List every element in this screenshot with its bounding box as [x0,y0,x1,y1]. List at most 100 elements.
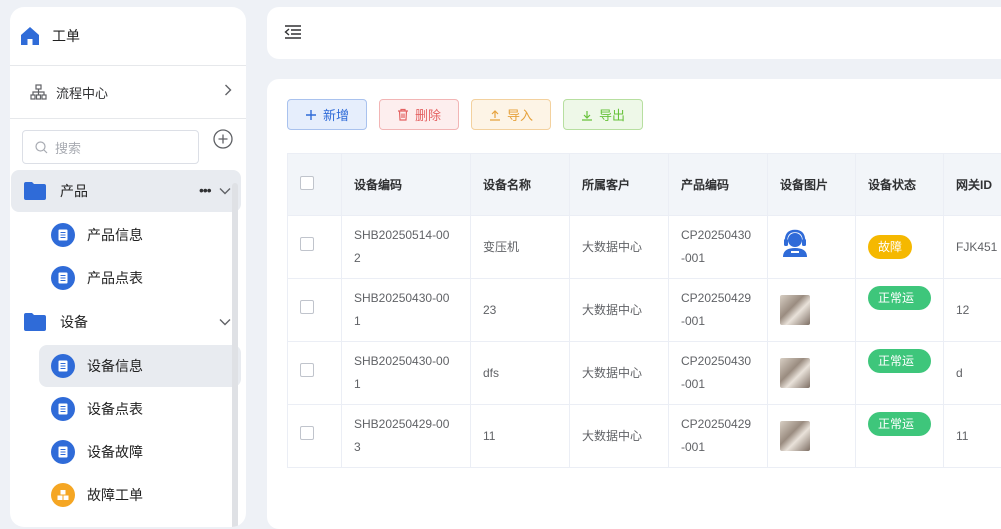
device-image-cell[interactable] [768,216,856,279]
add-button[interactable]: 新增 [287,99,367,130]
top-bar [267,7,1001,59]
gateway-cell: d [944,342,1001,405]
product-code-cell: CP20250430-001 [669,216,768,279]
photo-thumbnail[interactable] [780,421,810,451]
photo-thumbnail[interactable] [780,295,810,325]
status-badge: 正常运行 [868,412,931,436]
document-icon [51,266,75,290]
row-checkbox[interactable] [300,237,314,251]
sidebar-item-device-points[interactable]: 设备点表 [39,388,241,430]
table-row[interactable]: SHB20250430-001 dfs 大数据中心 CP20250430-001… [288,342,1001,405]
sidebar-flow-label: 流程中心 [56,83,108,102]
document-icon [51,440,75,464]
sidebar-item-label: 设备故障 [87,442,143,462]
main-panel: 新增 删除 导入 导出 设备编码 设备名称 所属客户 产品编码 设备图片 设备状… [267,79,1001,529]
device-image-cell[interactable] [768,279,856,342]
photo-thumbnail[interactable] [780,358,810,388]
select-all-checkbox[interactable] [300,176,314,190]
menu-fold-icon[interactable] [284,25,302,39]
column-header: 产品编码 [669,154,768,216]
sidebar: 工单 流程中心 搜索 产品 ••• 产品信息 产品点表 设备 设备信息 [10,7,246,527]
delete-button[interactable]: 删除 [379,99,459,130]
device-code-cell: SHB20250430-001 [342,279,471,342]
sidebar-group-devices[interactable]: 设备 [11,301,241,343]
delete-button-label: 删除 [415,105,441,124]
sidebar-item-product-info[interactable]: 产品信息 [39,214,241,256]
sidebar-item-label: 设备信息 [87,356,143,376]
product-code-cell: CP20250429-001 [669,279,768,342]
table-row[interactable]: SHB20250514-002 变压机 大数据中心 CP20250430-001… [288,216,1001,279]
device-name-cell: dfs [471,342,570,405]
column-header: 设备编码 [342,154,471,216]
status-cell: 正常运行 [856,342,944,405]
blocks-icon [51,483,75,507]
customer-cell: 大数据中心 [570,342,669,405]
org-chart-icon [30,84,47,100]
table-row[interactable]: SHB20250429-003 11 大数据中心 CP20250429-001 … [288,405,1001,468]
sidebar-item-product-points[interactable]: 产品点表 [39,257,241,299]
plus-icon [305,109,317,121]
table-row[interactable]: SHB20250430-001 23 大数据中心 CP20250429-001 … [288,279,1001,342]
sidebar-group-label: 产品 [60,181,88,201]
device-code-cell: SHB20250429-003 [342,405,471,468]
gateway-cell: 12 [944,279,1001,342]
column-header: 所属客户 [570,154,669,216]
search-icon [35,141,48,154]
row-checkbox[interactable] [300,426,314,440]
column-header: 设备名称 [471,154,570,216]
search-placeholder: 搜索 [55,138,81,157]
customer-cell: 大数据中心 [570,279,669,342]
sidebar-item-device-info[interactable]: 设备信息 [39,345,241,387]
sidebar-item-fault-orders[interactable]: 故障工单 [39,474,241,516]
device-name-cell: 11 [471,405,570,468]
sidebar-item-flow-center[interactable]: 流程中心 [10,66,246,119]
sidebar-home-item[interactable]: 工单 [10,7,246,66]
search-input[interactable]: 搜索 [22,130,199,164]
sidebar-scrollbar[interactable] [232,183,238,527]
sidebar-item-label: 设备点表 [87,399,143,419]
device-image-cell[interactable] [768,342,856,405]
select-all-cell[interactable] [288,154,342,216]
row-checkbox[interactable] [300,363,314,377]
gateway-cell: 11 [944,405,1001,468]
status-cell: 故障 [856,216,944,279]
sidebar-item-label: 产品点表 [87,268,143,288]
row-checkbox[interactable] [300,300,314,314]
status-badge: 正常运行 [868,349,931,373]
document-icon [51,397,75,421]
status-cell: 正常运行 [856,279,944,342]
product-code-cell: CP20250429-001 [669,405,768,468]
sidebar-group-label: 设备 [60,312,88,332]
import-button[interactable]: 导入 [471,99,551,130]
status-badge: 正常运行 [868,286,931,310]
device-name-cell: 23 [471,279,570,342]
export-button[interactable]: 导出 [563,99,643,130]
table-header-row: 设备编码 设备名称 所属客户 产品编码 设备图片 设备状态 网关ID [288,154,1001,216]
chevron-right-icon [224,84,232,96]
download-icon [581,109,593,121]
sidebar-group-products[interactable]: 产品 ••• [11,170,241,212]
upload-icon [489,109,501,121]
add-circle-icon[interactable] [213,129,233,149]
column-header: 设备图片 [768,154,856,216]
import-button-label: 导入 [507,105,533,124]
sidebar-home-label: 工单 [52,26,80,46]
device-image-cell[interactable] [768,405,856,468]
sidebar-item-label: 故障工单 [87,485,143,505]
device-table: 设备编码 设备名称 所属客户 产品编码 设备图片 设备状态 网关ID SHB20… [287,153,1001,468]
status-badge: 故障 [868,235,912,259]
column-header: 设备状态 [856,154,944,216]
more-dots-icon[interactable]: ••• [199,182,211,198]
headset-avatar-icon[interactable] [780,228,810,258]
gateway-cell: FJK451 [944,216,1001,279]
home-icon [20,26,40,46]
column-header: 网关ID [944,154,1001,216]
sidebar-item-label: 产品信息 [87,225,143,245]
add-button-label: 新增 [323,105,349,124]
status-cell: 正常运行 [856,405,944,468]
device-name-cell: 变压机 [471,216,570,279]
folder-icon [24,182,46,200]
export-button-label: 导出 [599,105,625,124]
sidebar-item-device-faults[interactable]: 设备故障 [39,431,241,473]
device-code-cell: SHB20250514-002 [342,216,471,279]
